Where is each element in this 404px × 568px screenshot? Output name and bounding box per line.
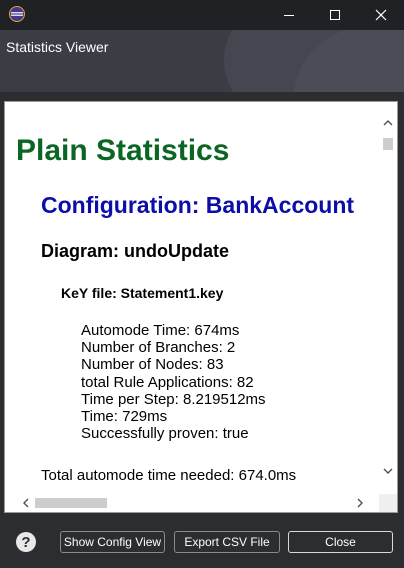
- show-config-view-button[interactable]: Show Config View: [60, 531, 165, 553]
- eclipse-app-icon: [9, 6, 25, 22]
- total-automode-time: Total automode time needed: 674.0ms: [41, 467, 297, 484]
- minimize-button[interactable]: [266, 0, 312, 30]
- stat-time: Time: 729ms: [81, 408, 168, 426]
- chevron-up-icon: [383, 120, 393, 126]
- stat-time-per-step: Time per Step: 8.219512ms: [81, 390, 266, 408]
- close-icon: [375, 9, 387, 21]
- stat-automode-time: Automode Time: 674ms: [81, 322, 240, 339]
- close-button[interactable]: Close: [288, 531, 393, 553]
- horizontal-scrollbar[interactable]: [5, 494, 380, 512]
- close-window-button[interactable]: [358, 0, 404, 30]
- stat-nodes: Number of Nodes: 83: [81, 356, 224, 374]
- dialog-header: Statistics Viewer: [0, 30, 404, 92]
- scroll-down-button[interactable]: [379, 464, 397, 478]
- stat-proven: Successfully proven: true: [81, 425, 249, 443]
- chevron-right-icon: [357, 498, 363, 508]
- key-file-heading: KeY file: Statement1.key: [61, 285, 224, 301]
- title-bar: [0, 0, 404, 30]
- maximize-icon: [330, 10, 340, 20]
- report-viewport: Plain Statistics Configuration: BankAcco…: [5, 102, 380, 494]
- dialog-title: Statistics Viewer: [6, 39, 109, 55]
- stat-branches: Number of Branches: 2: [81, 339, 236, 357]
- horizontal-scroll-thumb[interactable]: [35, 498, 108, 508]
- chevron-left-icon: [23, 498, 29, 508]
- scroll-left-button[interactable]: [19, 494, 33, 512]
- scroll-right-button[interactable]: [353, 494, 367, 512]
- report-heading: Plain Statistics: [16, 134, 230, 167]
- export-csv-button[interactable]: Export CSV File: [174, 531, 280, 553]
- vertical-scrollbar[interactable]: [379, 102, 397, 494]
- statistics-list: Automode Time: 674ms Number of Branches:…: [81, 322, 266, 442]
- stat-rule-applications: total Rule Applications: 82: [81, 373, 254, 391]
- diagram-heading: Diagram: undoUpdate: [41, 241, 230, 261]
- chevron-down-icon: [383, 468, 393, 474]
- vertical-scroll-thumb[interactable]: [383, 138, 393, 150]
- scrollbar-corner: [379, 494, 397, 512]
- help-icon[interactable]: ?: [16, 532, 36, 552]
- minimize-icon: [284, 15, 294, 16]
- statistics-view[interactable]: Plain Statistics Configuration: BankAcco…: [4, 101, 398, 513]
- maximize-button[interactable]: [312, 0, 358, 30]
- scroll-up-button[interactable]: [379, 116, 397, 130]
- configuration-heading: Configuration: BankAccount: [41, 192, 355, 218]
